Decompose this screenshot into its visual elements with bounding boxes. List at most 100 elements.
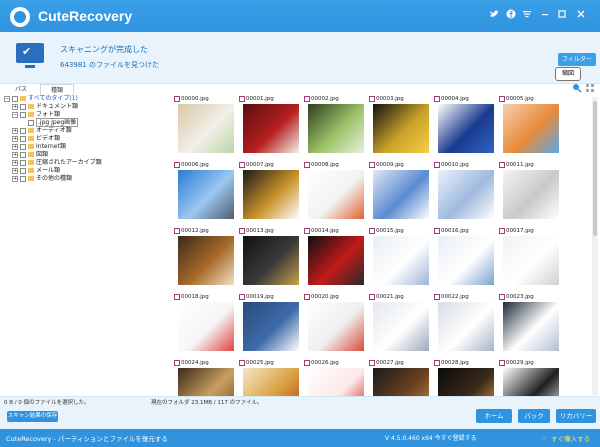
tree-item-jpg[interactable]: .jpg Jpeg画像	[28, 118, 79, 127]
file-checkbox[interactable]	[499, 359, 505, 366]
file-checkbox[interactable]	[304, 293, 310, 300]
version-register-link[interactable]: V 4.5.0.460 x64 今すぐ登録する	[385, 433, 477, 442]
tree-item-other[interactable]: + その他の種類	[12, 175, 72, 183]
tree-item-audio[interactable]: + オーディオ類	[12, 127, 72, 135]
file-checkbox[interactable]	[499, 95, 505, 102]
file-checkbox[interactable]	[499, 227, 505, 234]
file-thumbnail[interactable]: 00021.jpg	[369, 293, 429, 353]
file-checkbox[interactable]	[304, 359, 310, 366]
thumbnail-view-icon[interactable]	[572, 83, 582, 93]
grid-view-icon[interactable]	[585, 83, 595, 93]
tree-item-figures[interactable]: + 図類	[12, 151, 48, 159]
maximize-icon[interactable]	[556, 9, 568, 21]
file-thumbnail[interactable]: 00019.jpg	[239, 293, 299, 353]
facebook-icon[interactable]	[505, 9, 517, 21]
twitter-icon[interactable]	[488, 9, 500, 21]
file-thumbnail[interactable]: 00001.jpg	[239, 95, 299, 155]
file-thumbnail[interactable]: 00006.jpg	[174, 161, 234, 221]
app-title: CuteRecovery	[38, 8, 133, 24]
tree-item-archives[interactable]: + 圧縮されたアーカイブ類	[12, 159, 102, 167]
file-thumbnail[interactable]: 00016.jpg	[434, 227, 494, 287]
grid-scrollbar[interactable]	[592, 97, 598, 395]
back-button[interactable]: バック	[518, 409, 550, 423]
file-checkbox[interactable]	[174, 95, 180, 102]
file-thumbnail[interactable]: 00018.jpg	[174, 293, 234, 353]
file-thumbnail[interactable]: 00027.jpg	[369, 359, 429, 397]
file-checkbox[interactable]	[369, 95, 375, 102]
file-checkbox[interactable]	[304, 95, 310, 102]
file-name-label: 00010.jpg	[441, 162, 469, 168]
file-checkbox[interactable]	[174, 161, 180, 168]
file-preview-image	[438, 170, 494, 219]
file-thumbnail[interactable]: 00023.jpg	[499, 293, 559, 353]
file-checkbox[interactable]	[304, 161, 310, 168]
file-thumbnail[interactable]: 00010.jpg	[434, 161, 494, 221]
file-checkbox[interactable]	[434, 359, 440, 366]
file-checkbox[interactable]	[174, 359, 180, 366]
left-panel-tabs: パス 種類	[0, 84, 170, 95]
footer-panel: 0 B / 0 個のファイルを選択した。 現在のフォルダ 23.1MB / 11…	[0, 396, 600, 429]
file-checkbox[interactable]	[239, 161, 245, 168]
file-thumbnail[interactable]: 00014.jpg	[304, 227, 364, 287]
file-thumbnail[interactable]: 00012.jpg	[174, 227, 234, 287]
file-thumbnail[interactable]: 00020.jpg	[304, 293, 364, 353]
file-checkbox[interactable]	[174, 227, 180, 234]
tree-item-all-types[interactable]: − すべてのタイプ(1)	[4, 95, 78, 103]
file-thumbnail[interactable]: 00015.jpg	[369, 227, 429, 287]
file-thumbnail[interactable]: 00028.jpg	[434, 359, 494, 397]
file-checkbox[interactable]	[434, 227, 440, 234]
file-thumbnail[interactable]: 00007.jpg	[239, 161, 299, 221]
buy-now-link[interactable]: 🛒 すぐ購入する	[541, 433, 590, 443]
file-checkbox[interactable]	[499, 161, 505, 168]
file-thumbnail[interactable]: 00011.jpg	[499, 161, 559, 221]
file-checkbox[interactable]	[239, 359, 245, 366]
file-thumbnail[interactable]: 00013.jpg	[239, 227, 299, 287]
tab-path[interactable]: パス	[6, 84, 36, 95]
file-thumbnail[interactable]: 00002.jpg	[304, 95, 364, 155]
file-thumbnail[interactable]: 00025.jpg	[239, 359, 299, 397]
file-thumbnail[interactable]: 00004.jpg	[434, 95, 494, 155]
scrollbar-thumb[interactable]	[593, 101, 597, 236]
tree-item-internet[interactable]: + Internet類	[12, 143, 66, 151]
file-thumbnail[interactable]: 00005.jpg	[499, 95, 559, 155]
file-checkbox[interactable]	[434, 161, 440, 168]
wifi-menu-icon[interactable]	[521, 9, 533, 21]
tree-item-mail[interactable]: + メール類	[12, 167, 60, 175]
file-checkbox[interactable]	[369, 227, 375, 234]
file-checkbox[interactable]	[369, 161, 375, 168]
file-thumbnail[interactable]: 00000.jpg	[174, 95, 234, 155]
file-thumbnail[interactable]: 00029.jpg	[499, 359, 559, 397]
title-bar: CuteRecovery	[0, 0, 600, 32]
file-thumbnail[interactable]: 00026.jpg	[304, 359, 364, 397]
file-checkbox[interactable]	[174, 293, 180, 300]
save-scan-result-button[interactable]: スキャン結果の保存	[7, 411, 58, 422]
thumbnail-grid: 00000.jpg 00001.jpg 00002.jpg 00003.jpg 0000…	[174, 95, 594, 397]
file-name-label: 00019.jpg	[246, 294, 274, 300]
file-name: 00028.jpg	[434, 359, 469, 367]
file-checkbox[interactable]	[369, 359, 375, 366]
tab-type[interactable]: 種類	[40, 84, 74, 95]
file-name: 00025.jpg	[239, 359, 274, 367]
minimize-icon[interactable]	[539, 9, 551, 21]
home-button[interactable]: ホーム	[476, 409, 512, 423]
file-checkbox[interactable]	[304, 227, 310, 234]
file-checkbox[interactable]	[239, 293, 245, 300]
tree-item-documents[interactable]: + ドキュメント類	[12, 103, 78, 111]
file-thumbnail[interactable]: 00008.jpg	[304, 161, 364, 221]
file-checkbox[interactable]	[434, 293, 440, 300]
file-thumbnail[interactable]: 00003.jpg	[369, 95, 429, 155]
file-checkbox[interactable]	[239, 95, 245, 102]
file-thumbnail[interactable]: 00009.jpg	[369, 161, 429, 221]
file-thumbnail[interactable]: 00017.jpg	[499, 227, 559, 287]
recover-button[interactable]: リカバリー	[556, 409, 596, 423]
filter-button[interactable]: フィルター	[558, 53, 596, 66]
file-thumbnail[interactable]: 00024.jpg	[174, 359, 234, 397]
file-checkbox[interactable]	[239, 227, 245, 234]
file-checkbox[interactable]	[434, 95, 440, 102]
file-checkbox[interactable]	[369, 293, 375, 300]
file-checkbox[interactable]	[499, 293, 505, 300]
file-thumbnail[interactable]: 00022.jpg	[434, 293, 494, 353]
close-icon[interactable]	[575, 9, 587, 21]
tree-item-video[interactable]: + ビデオ類	[12, 135, 60, 143]
file-name-label: 00009.jpg	[376, 162, 404, 168]
